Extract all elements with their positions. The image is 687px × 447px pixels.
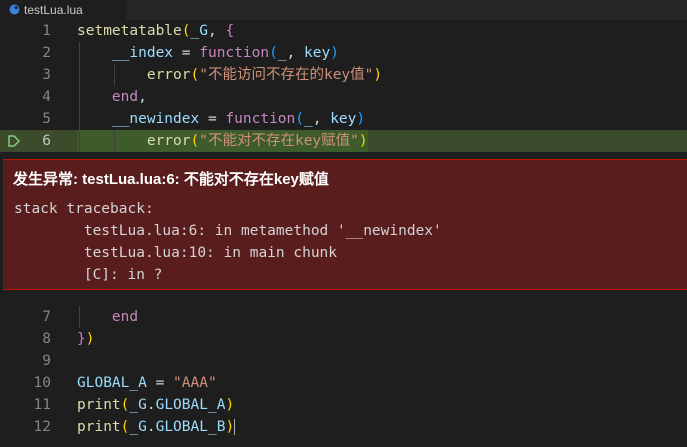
line-number[interactable]: 7 <box>0 306 51 328</box>
code-text[interactable]: print(_G.GLOBAL_A) <box>77 394 234 416</box>
code-token: , <box>286 45 305 61</box>
code-token: , <box>312 111 331 127</box>
tab-bar: testLua.lua <box>0 0 687 20</box>
code-text[interactable]: error("不能访问不存在的key值") <box>77 64 382 86</box>
lua-file-icon <box>9 4 20 15</box>
code-token: ) <box>85 331 95 347</box>
line-number[interactable]: 4 <box>0 86 51 108</box>
code-token: end <box>77 89 139 105</box>
code-token: "不能访问不存在的key值" <box>199 67 374 83</box>
code-line-2[interactable]: 2 __index = function(_, key) <box>0 42 687 64</box>
code-token: , <box>207 23 226 39</box>
code-token: { <box>225 23 235 39</box>
indent-guide <box>79 42 80 152</box>
code-token: ( <box>295 111 304 127</box>
code-line-9[interactable]: 9 <box>0 350 687 372</box>
line-number[interactable]: 11 <box>0 394 51 416</box>
code-token: _G <box>129 397 147 413</box>
code-line-4[interactable]: 4 end, <box>0 86 687 108</box>
line-number[interactable]: 3 <box>0 64 51 86</box>
code-token: GLOBAL_B <box>155 419 226 435</box>
code-token: ) <box>358 133 368 149</box>
exception-widget: 发生异常: testLua.lua:6: 不能对不存在key赋值 stack t… <box>3 159 687 290</box>
text-cursor <box>234 419 236 435</box>
code-token: end <box>77 309 139 325</box>
code-token: } <box>77 331 86 347</box>
code-token: = <box>199 111 226 127</box>
code-line-5[interactable]: 5 __newindex = function(_, key) <box>0 108 687 130</box>
code-token: ( <box>190 67 200 83</box>
code-token: ) <box>330 45 339 61</box>
code-token: _G <box>129 419 147 435</box>
code-token: error <box>77 67 191 83</box>
code-token: _ <box>277 45 287 61</box>
code-token: function <box>199 45 270 61</box>
code-token: ) <box>356 111 366 127</box>
code-token: "AAA" <box>173 375 217 391</box>
exception-stack-trace: stack traceback: testLua.lua:6: in metam… <box>14 201 442 283</box>
code-text[interactable]: end <box>77 306 138 328</box>
code-text[interactable]: __index = function(_, key) <box>77 42 339 64</box>
code-line-10[interactable]: 10 GLOBAL_A = "AAA" <box>0 372 687 394</box>
line-number[interactable]: 9 <box>0 350 51 372</box>
code-text[interactable]: GLOBAL_A = "AAA" <box>77 372 217 394</box>
code-token: ) <box>225 419 235 435</box>
code-text[interactable]: }) <box>77 328 94 350</box>
code-token: __index <box>77 45 174 61</box>
code-token: . <box>146 419 156 435</box>
code-token: GLOBAL_A <box>77 375 147 391</box>
code-line-1[interactable]: 1 setmetatable(_G, { <box>0 20 687 42</box>
tab-title: testLua.lua <box>24 3 83 17</box>
line-number[interactable]: 10 <box>0 372 51 394</box>
code-token: ( <box>181 23 191 39</box>
code-line-12[interactable]: 12 print(_G.GLOBAL_B) <box>0 416 687 438</box>
current-breakpoint-icon[interactable] <box>8 135 20 147</box>
code-line-3[interactable]: 3 error("不能访问不存在的key值") <box>0 64 687 86</box>
code-token: setmetatable <box>77 23 182 39</box>
code-line-7[interactable]: 7 end <box>0 306 687 328</box>
code-line-8[interactable]: 8}) <box>0 328 687 350</box>
code-token: _G <box>190 23 208 39</box>
code-token: __newindex <box>77 111 200 127</box>
exception-title: 发生异常: testLua.lua:6: 不能对不存在key赋值 <box>13 171 329 188</box>
code-text[interactable]: print(_G.GLOBAL_B) <box>77 416 236 438</box>
code-text[interactable]: __newindex = function(_, key) <box>77 108 365 130</box>
code-text[interactable]: end, <box>77 86 147 108</box>
code-token: "不能对不存在key赋值" <box>199 133 359 149</box>
line-number[interactable]: 12 <box>0 416 51 438</box>
indent-guide <box>79 306 80 328</box>
code-token: print <box>77 397 121 413</box>
line-number[interactable]: 5 <box>0 108 51 130</box>
code-token: print <box>77 419 121 435</box>
tab-testlua[interactable]: testLua.lua <box>0 0 126 20</box>
code-token: ( <box>269 45 278 61</box>
code-token: ( <box>190 133 200 149</box>
indent-guide <box>114 130 115 152</box>
code-token: = <box>173 45 200 61</box>
line-number[interactable]: 2 <box>0 42 51 64</box>
line-number[interactable]: 1 <box>0 20 51 42</box>
code-token: _ <box>304 111 313 127</box>
code-text[interactable]: error("不能对不存在key赋值") <box>77 130 368 152</box>
code-token: error <box>77 133 191 149</box>
code-line-6[interactable]: 6 error("不能对不存在key赋值") <box>0 130 687 152</box>
code-line-11[interactable]: 11 print(_G.GLOBAL_A) <box>0 394 687 416</box>
code-token: = <box>146 375 174 391</box>
code-token: ) <box>225 397 235 413</box>
line-number[interactable]: 8 <box>0 328 51 350</box>
code-token: function <box>225 111 296 127</box>
code-token: . <box>146 397 156 413</box>
code-token: key <box>304 45 331 61</box>
code-text[interactable]: setmetatable(_G, { <box>77 20 234 42</box>
code-token: GLOBAL_A <box>155 397 226 413</box>
code-token: , <box>138 89 147 105</box>
indent-guide <box>114 64 115 86</box>
code-token: ) <box>373 67 383 83</box>
code-token: key <box>330 111 357 127</box>
